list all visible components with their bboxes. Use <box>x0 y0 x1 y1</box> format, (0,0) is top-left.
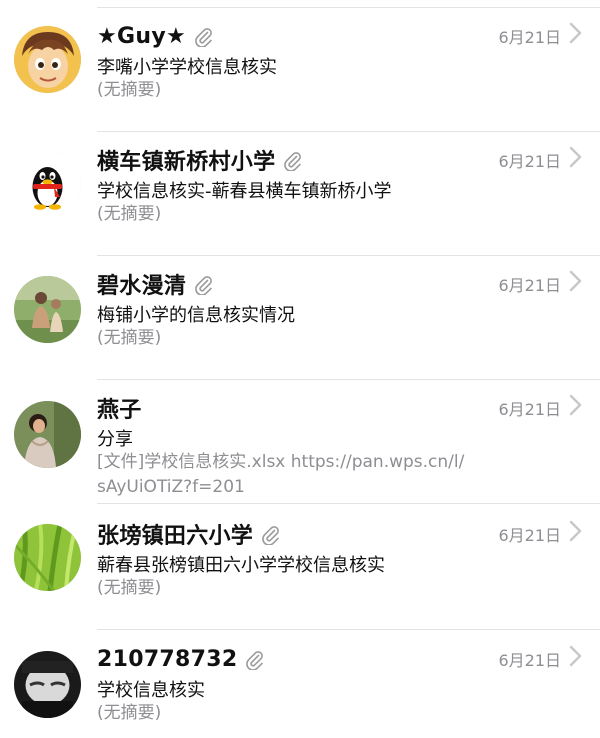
sender-line: ★Guy★ <box>97 19 214 53</box>
dark-face-avatar <box>14 651 81 718</box>
sender-line: 横车镇新桥村小学 <box>97 143 303 177</box>
cartoon-boy-avatar <box>14 26 81 93</box>
sender-name: 碧水漫清 <box>97 274 187 299</box>
subject-line: 蕲春县张榜镇田六小学学校信息核实 <box>97 555 385 576</box>
date-label: 6月21日 <box>498 276 561 295</box>
preview-text: [文件]学校信息核实.xlsx https://pan.wps.cn/l/ sA… <box>97 450 464 500</box>
chevron-right-icon <box>569 520 582 542</box>
mail-row[interactable]: 210778732 6月21日 学校信息核实 (无摘要) <box>0 631 600 738</box>
sender-name: ★Guy★ <box>97 23 187 49</box>
preview-text: (无摘要) <box>97 576 161 601</box>
subject-line: 学校信息核实 <box>97 680 205 701</box>
subject-line: 学校信息核实-蕲春县横车镇新桥小学 <box>97 181 392 202</box>
date-label: 6月21日 <box>498 152 561 171</box>
sender-line: 210778732 <box>97 642 265 676</box>
preview-line: (无摘要) <box>97 578 162 598</box>
mail-row[interactable]: 横车镇新桥村小学 6月21日 学校信息核实-蕲春县横车镇新桥小学 (无摘要) <box>0 132 600 256</box>
attachment-icon <box>243 648 265 670</box>
sender-line: 燕子 <box>97 391 142 425</box>
preview-text: (无摘要) <box>97 326 161 351</box>
outdoor-photo-avatar <box>14 276 81 343</box>
qq-penguin-avatar <box>14 151 81 218</box>
preview-text: (无摘要) <box>97 78 161 103</box>
preview-line: (无摘要) <box>97 703 162 723</box>
date-label: 6月21日 <box>498 651 561 670</box>
attachment-icon <box>192 273 214 295</box>
date-label: 6月21日 <box>498 400 561 419</box>
chevron-right-icon <box>569 645 582 667</box>
preview-line: (无摘要) <box>97 80 162 100</box>
date-label: 6月21日 <box>498 28 561 47</box>
chevron-right-icon <box>569 22 582 44</box>
date-label: 6月21日 <box>498 526 561 545</box>
divider <box>97 629 600 630</box>
attachment-icon <box>192 25 214 47</box>
mail-row[interactable]: 碧水漫清 6月21日 梅铺小学的信息核实情况 (无摘要) <box>0 256 600 380</box>
sender-line: 张塝镇田六小学 <box>97 517 281 551</box>
attachment-icon <box>281 149 303 171</box>
sender-name: 210778732 <box>97 646 238 672</box>
chevron-right-icon <box>569 146 582 168</box>
woman-photo-avatar <box>14 401 81 468</box>
divider <box>97 503 600 504</box>
attachment-icon <box>259 523 281 545</box>
sender-name: 横车镇新桥村小学 <box>97 150 276 175</box>
mail-list: ★Guy★ 6月21日 李嘴小学学校信息核实 (无摘要) 横车镇新桥村小学 6月… <box>0 0 600 738</box>
chevron-right-icon <box>569 394 582 416</box>
mail-row[interactable]: ★Guy★ 6月21日 李嘴小学学校信息核实 (无摘要) <box>0 8 600 132</box>
green-grass-avatar <box>14 524 81 591</box>
chevron-right-icon <box>569 270 582 292</box>
preview-line: (无摘要) <box>97 204 162 224</box>
preview-text: (无摘要) <box>97 701 161 726</box>
mail-row[interactable]: 燕子 6月21日 分享 [文件]学校信息核实.xlsx https://pan.… <box>0 380 600 504</box>
preview-text: (无摘要) <box>97 202 161 227</box>
subject-line: 梅铺小学的信息核实情况 <box>97 305 295 326</box>
preview-line: sAyUiOTiZ?f=201 <box>97 477 245 497</box>
subject-line: 分享 <box>97 429 133 450</box>
subject-line: 李嘴小学学校信息核实 <box>97 57 277 78</box>
mail-row[interactable]: 张塝镇田六小学 6月21日 蕲春县张榜镇田六小学学校信息核实 (无摘要) <box>0 506 600 630</box>
sender-name: 张塝镇田六小学 <box>97 524 254 549</box>
preview-line: (无摘要) <box>97 328 162 348</box>
preview-line: [文件]学校信息核实.xlsx https://pan.wps.cn/l/ <box>97 452 465 472</box>
sender-line: 碧水漫清 <box>97 267 214 301</box>
sender-name: 燕子 <box>97 398 142 423</box>
